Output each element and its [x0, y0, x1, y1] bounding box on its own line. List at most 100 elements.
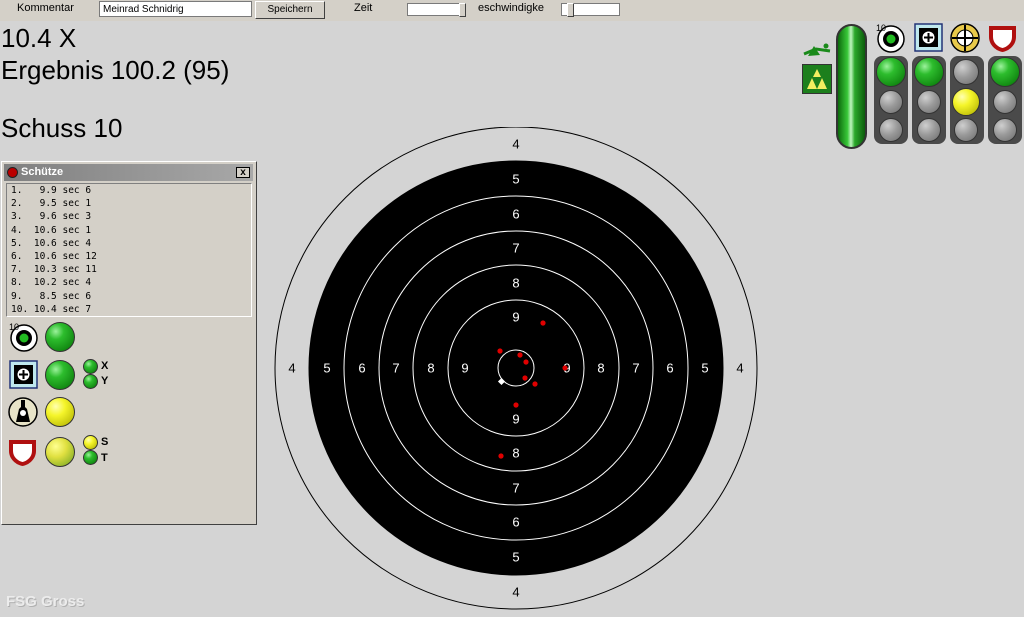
- ten-bottom-lamp: [879, 118, 903, 142]
- shot-hit: [513, 402, 519, 408]
- crosshair-top-lamp: [953, 59, 979, 85]
- ring-number-label: 8: [597, 361, 604, 376]
- ten-mid-lamp: [879, 90, 903, 114]
- ring-number-label: 6: [358, 361, 365, 376]
- ring-number-label: 7: [392, 361, 399, 376]
- watermark: FSG Gross: [6, 593, 85, 610]
- ten-top-lamp: [876, 57, 906, 87]
- sensor-t-lamp: [83, 450, 98, 465]
- ring-number-label: 8: [512, 276, 519, 291]
- geschwindigkeit-slider-thumb[interactable]: [567, 3, 574, 17]
- center-status-icon[interactable]: [914, 23, 944, 53]
- shot-hit: [562, 365, 568, 371]
- geschwindigkeit-label: eschwindigke: [478, 2, 545, 14]
- ten-ring-icon[interactable]: 10: [8, 321, 40, 353]
- ring-number-label: 4: [512, 585, 519, 600]
- shot-hit: [497, 348, 503, 354]
- ten-ring-lamp: [45, 322, 75, 352]
- shot-list-row: 5. 10.6 sec 4: [11, 237, 92, 249]
- shot-list[interactable]: 1. 9.9 sec 6 2. 9.5 sec 1 3. 9.6 sec 3 4…: [6, 183, 252, 317]
- ring-number-label: 7: [632, 361, 639, 376]
- ring-number-label: 4: [512, 137, 519, 152]
- shot-hit: [540, 320, 546, 326]
- shot-list-row: 4. 10.6 sec 1: [11, 224, 92, 236]
- save-button[interactable]: Speichern: [255, 1, 325, 19]
- y-axis-label: Y: [101, 375, 109, 387]
- x-axis-label: X: [101, 360, 109, 372]
- y-axis-lamp: [83, 374, 98, 389]
- ring-number-label: 8: [512, 446, 519, 461]
- ring-number-label: 4: [736, 361, 743, 376]
- shot-hit: [517, 352, 523, 358]
- crosshair-status-icon[interactable]: [949, 22, 981, 54]
- ring-number-label: 5: [323, 361, 330, 376]
- center-lamp: [45, 360, 75, 390]
- ring-number-label: 8: [427, 361, 434, 376]
- ten-ring-status-icon[interactable]: 10: [875, 22, 907, 54]
- shooter-panel: Schütze x 1. 9.9 sec 6 2. 9.5 sec 1 3. 9…: [1, 161, 257, 525]
- ring-number-label: 7: [512, 481, 519, 496]
- ring-number-label: 5: [701, 361, 708, 376]
- ring-number-label: 6: [666, 361, 673, 376]
- progress-tube: [836, 24, 867, 149]
- crosshair-mid-lamp: [952, 88, 980, 116]
- shot-list-row: 7. 10.3 sec 11: [11, 264, 97, 276]
- sensor-t-label: T: [101, 452, 108, 464]
- ten-ring-icon-label: 10: [9, 322, 19, 332]
- sensor-s-lamp: [83, 435, 98, 450]
- logo-icon: [803, 43, 831, 56]
- zeit-slider-field[interactable]: [407, 3, 465, 16]
- shooter-lamp: [45, 397, 75, 427]
- shot-counter: Schuss 10: [1, 113, 123, 143]
- ten-ring-status-label: 10: [876, 23, 886, 33]
- shooter-icon[interactable]: [7, 396, 39, 428]
- crosshair-bottom-lamp: [954, 118, 978, 142]
- shot-list-row: 10. 10.4 sec 7: [11, 303, 92, 315]
- ring-number-label: 6: [512, 515, 519, 530]
- last-shot-value: 10.4 X: [1, 23, 77, 53]
- shield-icon[interactable]: [7, 437, 39, 469]
- shield-bottom-lamp: [993, 118, 1017, 142]
- shield-top-lamp: [990, 57, 1020, 87]
- center-top-lamp: [914, 57, 944, 87]
- center-bottom-lamp: [917, 118, 941, 142]
- shot-hit: [523, 359, 529, 365]
- ring-number-label: 5: [512, 172, 519, 187]
- ring-number-label: 7: [512, 241, 519, 256]
- shot-hit: [498, 453, 504, 459]
- shield-mid-lamp: [993, 90, 1017, 114]
- target-icon: [7, 167, 18, 178]
- ring-number-label: 9: [461, 361, 468, 376]
- shooter-panel-title: Schütze: [21, 166, 64, 178]
- ring-number-label: 9: [512, 310, 519, 325]
- close-button[interactable]: x: [236, 167, 250, 178]
- kommentar-input[interactable]: Meinrad Schnidrig: [99, 1, 252, 17]
- zeit-label: Zeit: [354, 2, 373, 14]
- shot-list-row: 3. 9.6 sec 3: [11, 211, 92, 223]
- center-target-icon[interactable]: [9, 360, 39, 390]
- ring-number-label: 5: [512, 550, 519, 565]
- shot-hit: [532, 381, 538, 387]
- shooting-target: 445566778899998877665544: [274, 127, 758, 610]
- ring-number-label: 6: [512, 207, 519, 222]
- ring-number-label: 9: [512, 412, 519, 427]
- camp-icon[interactable]: [802, 64, 832, 94]
- shot-list-row: 6. 10.6 sec 12: [11, 250, 97, 262]
- x-axis-lamp: [83, 359, 98, 374]
- total-result: Ergebnis 100.2 (95): [1, 55, 230, 85]
- toolbar: Kommentar Meinrad Schnidrig Speichern Ze…: [0, 0, 1024, 21]
- center-mid-lamp: [917, 90, 941, 114]
- shield-status-icon[interactable]: [987, 23, 1019, 55]
- shot-list-row: 8. 10.2 sec 4: [11, 277, 92, 289]
- shooter-panel-titlebar[interactable]: Schütze x: [4, 164, 253, 181]
- shot-list-row: 9. 8.5 sec 6: [11, 290, 92, 302]
- shot-list-row: 1. 9.9 sec 6: [11, 185, 92, 196]
- ring-number-label: 4: [288, 361, 295, 376]
- target-ring: [308, 160, 724, 576]
- shot-list-row: 2. 9.5 sec 1: [11, 198, 92, 210]
- shot-hit: [522, 375, 528, 381]
- shield-lamp: [45, 437, 75, 467]
- kommentar-label: Kommentar: [17, 2, 74, 14]
- sensor-s-label: S: [101, 436, 109, 448]
- zeit-slider-thumb[interactable]: [459, 3, 466, 17]
